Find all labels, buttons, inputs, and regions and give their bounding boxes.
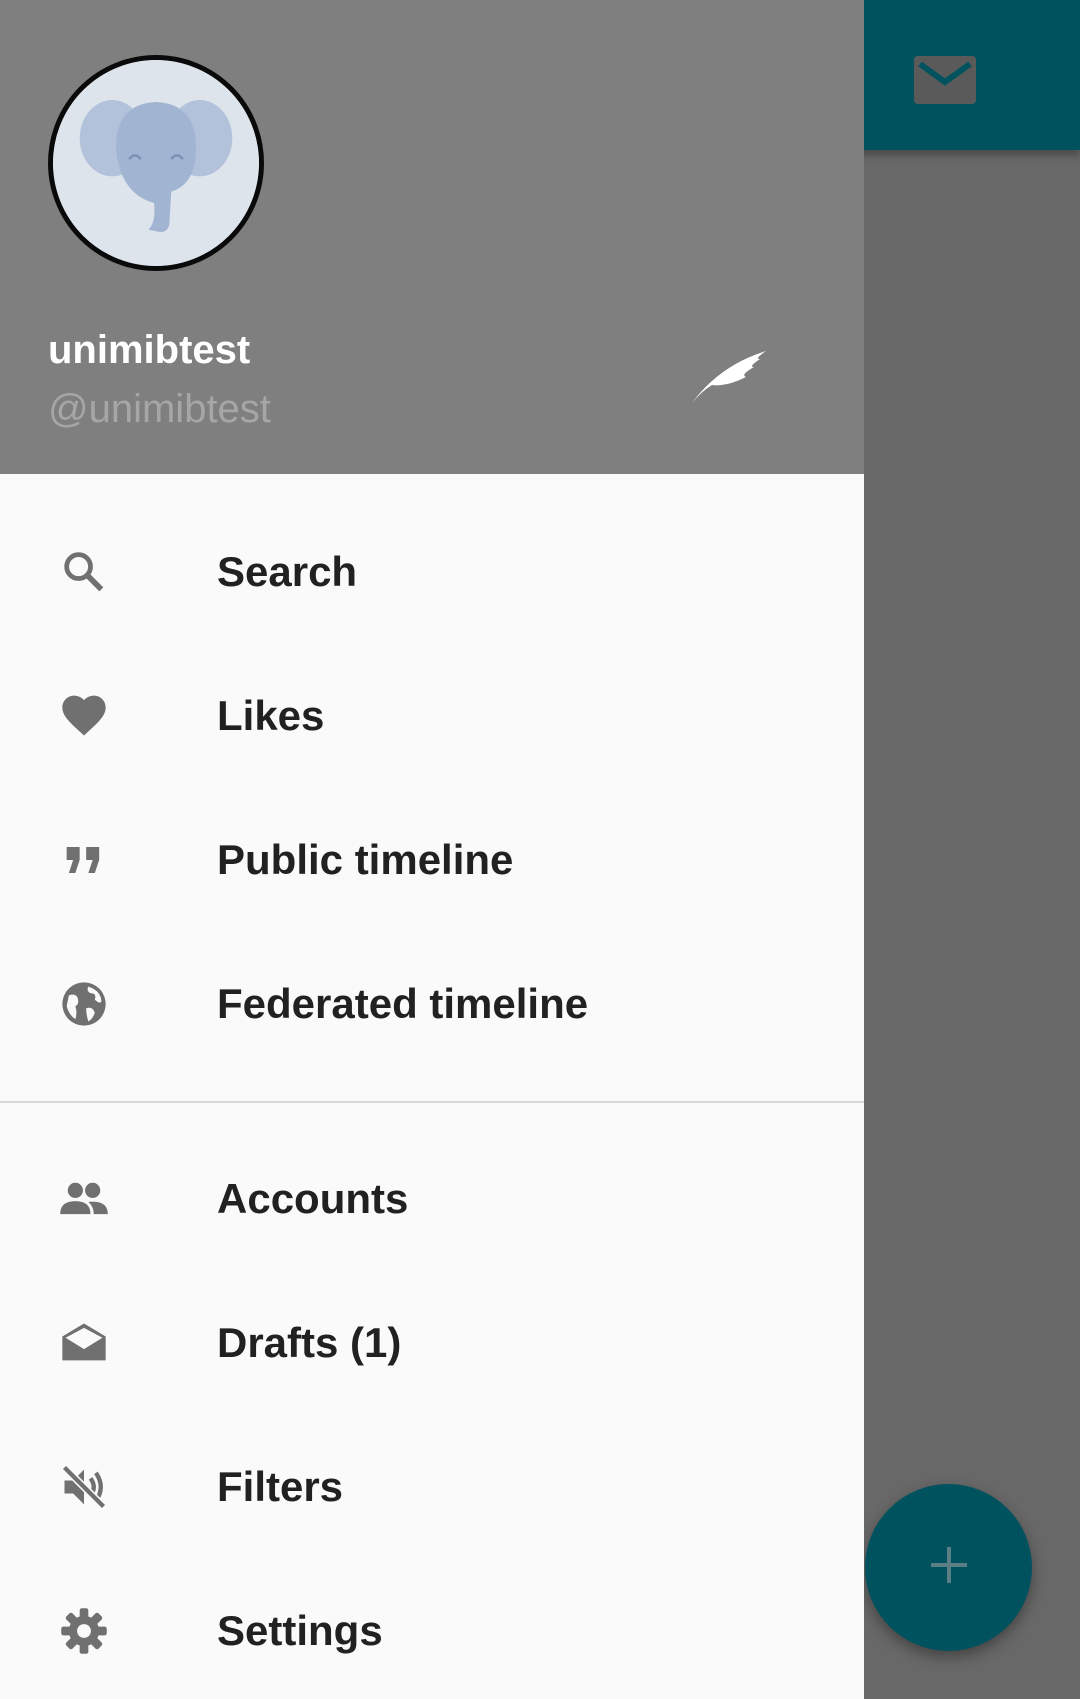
search-icon [58,546,110,598]
drafts-icon [58,1317,110,1369]
avatar[interactable] [48,55,264,271]
heart-icon [58,690,110,742]
menu-item-search[interactable]: Search [0,500,864,644]
menu-item-filters[interactable]: Filters [0,1415,864,1559]
quote-icon [58,834,110,886]
menu-item-public-timeline[interactable]: Public timeline [0,788,864,932]
menu-label-likes: Likes [217,692,325,739]
compose-fab[interactable] [865,1484,1032,1651]
menu-group-primary: Search Likes Public timeline Federated t… [0,474,864,1076]
menu-label-settings: Settings [217,1607,383,1654]
navigation-drawer: unimibtest @unimibtest Search Likes Publ… [0,0,864,1699]
globe-icon [58,978,110,1030]
drawer-header: unimibtest @unimibtest [0,0,864,474]
menu-item-drafts[interactable]: Drafts (1) [0,1271,864,1415]
menu-label-drafts: Drafts (1) [217,1319,402,1366]
menu-item-federated-timeline[interactable]: Federated timeline [0,932,864,1076]
display-name: unimibtest [48,328,251,372]
menu-group-secondary: Accounts Drafts (1) Filters Settings [0,1103,864,1699]
menu-item-likes[interactable]: Likes [0,644,864,788]
volume-off-icon [58,1461,110,1513]
mail-icon[interactable] [914,56,976,104]
menu-label-public-timeline: Public timeline [217,836,514,883]
settings-icon [58,1605,110,1657]
drawer-menu: Search Likes Public timeline Federated t… [0,474,864,1699]
menu-label-accounts: Accounts [217,1175,409,1222]
menu-item-accounts[interactable]: Accounts [0,1127,864,1271]
menu-label-filters: Filters [217,1463,344,1510]
plus-icon [927,1543,971,1592]
account-handle: @unimibtest [48,387,271,431]
menu-item-settings[interactable]: Settings [0,1559,864,1699]
menu-label-search: Search [217,548,358,595]
quill-icon[interactable] [690,345,770,405]
elephant-avatar-icon [53,60,259,266]
people-icon [58,1173,110,1225]
menu-label-federated-timeline: Federated timeline [217,980,589,1027]
